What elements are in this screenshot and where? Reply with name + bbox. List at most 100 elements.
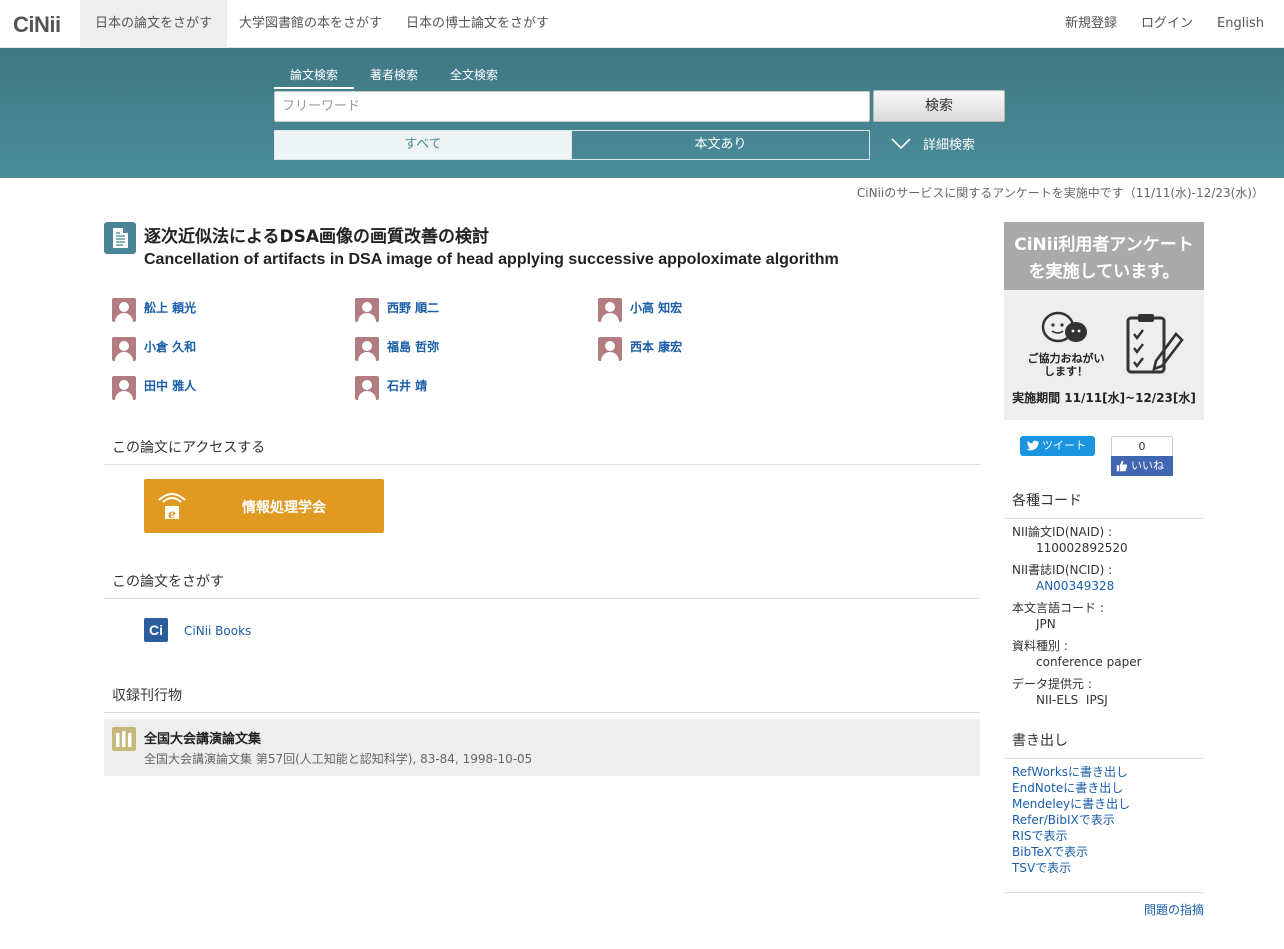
search-input[interactable]: フリーワード [274,91,870,122]
english-link[interactable]: English [1217,0,1264,48]
export-refworks-link[interactable]: RefWorksに書き出し [1012,764,1130,780]
title-english: Cancellation of artifacts in DSA image o… [144,251,839,268]
author-name[interactable]: 石井 靖 [387,377,427,394]
author-name[interactable]: 西本 康宏 [630,338,682,355]
like-count: 0 [1111,436,1173,456]
tab-author-search[interactable]: 著者検索 [354,64,434,89]
register-link[interactable]: 新規登録 [1065,0,1117,48]
search-band: 論文検索 著者検索 全文検索 フリーワード 検索 すべて 本文あり 詳細検索 [0,48,1284,178]
author-icon [112,298,136,322]
author-name[interactable]: 田中 雅人 [144,377,196,394]
author-icon [355,337,379,361]
codes-heading: 各種コード [1004,490,1204,519]
export-bibtex-link[interactable]: BibTeXで表示 [1012,844,1130,860]
author-icon [112,376,136,400]
author-item[interactable]: 小倉 久和 [112,337,196,361]
code-label: 資料種別 : [1012,639,1068,653]
search-tabs: 論文検索 著者検索 全文検索 [274,64,514,89]
export-refer-link[interactable]: Refer/BibIXで表示 [1012,812,1130,828]
export-mendeley-link[interactable]: Mendeleyに書き出し [1012,796,1130,812]
survey-notice: CiNiiのサービスに関するアンケートを実施中です（11/11(水)-12/23… [856,186,1264,200]
survey-bubble-text: ご協力おねがいします！ [1027,352,1105,378]
author-icon [598,337,622,361]
author-item[interactable]: 福島 哲弥 [355,337,439,361]
find-heading: この論文をさがす [104,571,980,599]
journal-item[interactable]: 全国大会講演論文集 全国大会講演論文集 第57回(人工知能と認知科学), 83-… [104,719,980,776]
filter-fulltext[interactable]: 本文あり [571,130,870,160]
author-item[interactable]: 石井 靖 [355,376,427,400]
author-icon [112,337,136,361]
nav-dissertations[interactable]: 日本の博士論文をさがす [394,0,561,48]
author-name[interactable]: 舩上 頼光 [144,299,196,316]
top-nav: 日本の論文をさがす 大学図書館の本をさがす 日本の博士論文をさがす [80,0,561,48]
survey-illustration: ご協力おねがいします！ [1004,302,1204,382]
journal-icon [112,727,136,751]
svg-text:e: e [168,507,176,521]
author-name[interactable]: 小倉 久和 [144,338,196,355]
access-heading: この論文にアクセスする [104,437,980,465]
journal-heading: 収録刊行物 [104,685,980,713]
export-heading: 書き出し [1004,730,1204,759]
report-problem-link[interactable]: 問題の指摘 [1144,901,1204,918]
ipsj-label: 情報処理学会 [242,500,326,516]
search-button[interactable]: 検索 [873,90,1005,122]
code-value-type: conference paper [1036,655,1142,669]
tweet-label: ツイート [1042,439,1086,452]
tweet-button[interactable]: ツイート [1020,436,1095,456]
e-library-icon: e [158,493,186,521]
twitter-bird-icon [1027,440,1039,451]
code-label: データ提供元 : [1012,677,1092,691]
ipsj-access-button[interactable]: e 情報処理学会 [144,479,384,533]
codes-list: NII論文ID(NAID) : 110002892520 NII書誌ID(NCI… [1012,524,1202,714]
code-value-language: JPN [1036,617,1056,631]
advanced-search-toggle[interactable]: 詳細検索 [891,134,975,153]
chevron-down-icon [891,137,911,149]
author-item[interactable]: 西野 順二 [355,298,439,322]
thumbs-up-icon [1116,460,1128,472]
top-bar: CiNii 日本の論文をさがす 大学図書館の本をさがす 日本の博士論文をさがす … [0,0,1284,48]
survey-banner-header: CiNii利用者アンケート を実施しています。 [1004,222,1204,290]
survey-line-2: を実施しています。 [1028,262,1180,282]
login-link[interactable]: ログイン [1141,0,1193,48]
cinii-books-icon: Ci [144,618,168,642]
code-label: NII論文ID(NAID) : [1012,525,1113,539]
title-japanese: 逐次近似法によるDSA画像の画質改善の検討 [144,227,490,247]
nav-articles[interactable]: 日本の論文をさがす [80,0,228,48]
author-icon [355,298,379,322]
code-label: NII書誌ID(NCID) : [1012,563,1113,577]
code-label: 本文言語コード : [1012,601,1104,615]
author-icon [355,376,379,400]
like-button[interactable]: いいね [1111,456,1173,476]
cinii-books-link[interactable]: CiNii Books [184,624,251,638]
cinii-logo[interactable]: CiNii [13,12,61,38]
export-tsv-link[interactable]: TSVで表示 [1012,860,1130,876]
author-item[interactable]: 田中 雅人 [112,376,196,400]
export-endnote-link[interactable]: EndNoteに書き出し [1012,780,1130,796]
checklist-icon [1126,314,1184,374]
survey-line-1: CiNii利用者アンケート [1014,235,1194,255]
tab-fulltext-search[interactable]: 全文検索 [434,64,514,89]
author-name[interactable]: 福島 哲弥 [387,338,439,355]
export-ris-link[interactable]: RISで表示 [1012,828,1130,844]
nav-books[interactable]: 大学図書館の本をさがす [227,0,394,48]
code-value-provider: NII-ELS IPSJ [1036,693,1108,707]
document-icon [104,222,136,254]
filter-all[interactable]: すべて [274,130,572,160]
author-item[interactable]: 舩上 頼光 [112,298,196,322]
code-value-naid: 110002892520 [1036,541,1128,555]
export-list: RefWorksに書き出し EndNoteに書き出し Mendeleyに書き出し… [1012,764,1130,876]
author-item[interactable]: 小高 知宏 [598,298,682,322]
author-name[interactable]: 小高 知宏 [630,299,682,316]
account-nav: 新規登録 ログイン English [1041,0,1264,48]
chat-bubbles-icon [1041,311,1087,343]
like-label: いいね [1131,459,1164,472]
tab-article-search[interactable]: 論文検索 [274,64,355,89]
advanced-search-label: 詳細検索 [923,138,976,153]
author-name[interactable]: 西野 順二 [387,299,439,316]
journal-name[interactable]: 全国大会講演論文集 [144,728,261,747]
divider [1004,892,1204,893]
author-icon [598,298,622,322]
author-item[interactable]: 西本 康宏 [598,337,682,361]
code-value-ncid-link[interactable]: AN00349328 [1012,578,1202,594]
survey-banner[interactable]: CiNii利用者アンケート を実施しています。 ご協力おねがいします！ 実施期間… [1004,222,1204,420]
